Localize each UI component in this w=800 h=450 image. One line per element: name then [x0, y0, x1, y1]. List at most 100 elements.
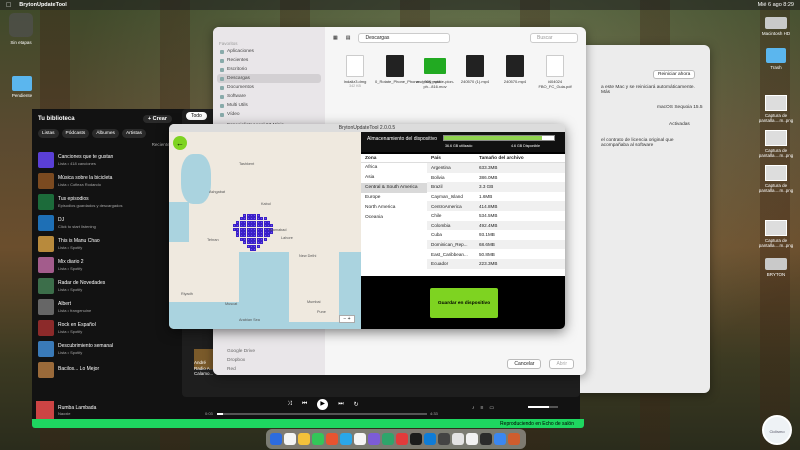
- country-column-header[interactable]: País: [427, 156, 479, 161]
- create-button[interactable]: + Crear: [142, 115, 172, 123]
- country-row[interactable]: East_Caribbean... 50.8MB: [427, 249, 565, 259]
- playlist-item[interactable]: Albert Lista • frangenuine: [38, 296, 172, 317]
- dock-app-icon[interactable]: [396, 433, 408, 445]
- connect-device-icon[interactable]: ▭: [489, 405, 494, 411]
- dock-app-icon[interactable]: [298, 433, 310, 445]
- dock-app-icon[interactable]: [438, 433, 450, 445]
- country-row[interactable]: Dominican_Rep... 68.6MB: [427, 239, 565, 250]
- desktop-drive-macintosh-hd[interactable]: Macintosh HD: [754, 17, 798, 36]
- file-item[interactable]: 240570.mp4: [495, 55, 535, 84]
- chip-podcasts[interactable]: Pódcasts: [61, 129, 90, 138]
- queue-icon[interactable]: ≡: [481, 405, 484, 411]
- dock-app-icon[interactable]: [270, 433, 282, 445]
- zone-item[interactable]: Central & South America: [361, 183, 427, 193]
- lyrics-icon[interactable]: ♪: [472, 405, 475, 411]
- dock-app-icon[interactable]: [466, 433, 478, 445]
- open-button[interactable]: Abrir: [549, 359, 574, 369]
- cancel-button[interactable]: Cancelar: [507, 359, 542, 369]
- file-item[interactable]: i404024 FBO_FC_Guia.pdf: [535, 55, 575, 89]
- view-icon[interactable]: ▦: [333, 35, 338, 41]
- sidebar-item-documentos[interactable]: Documentos: [217, 83, 321, 92]
- playlist-item[interactable]: Radar de Novedades Lista • Spotify: [38, 275, 172, 296]
- desktop-folder-pendiente[interactable]: Pendiente: [0, 76, 44, 98]
- previous-icon[interactable]: ⏮: [302, 401, 307, 408]
- playlist-item[interactable]: Mix diario 2 Lista • Spotify: [38, 254, 172, 275]
- country-row[interactable]: Ecuador 223.3MB: [427, 258, 565, 269]
- sidebar-item-descargas[interactable]: Descargas: [217, 74, 321, 83]
- stage-manager-widget[interactable]: Sin etapas: [6, 13, 36, 45]
- sidebar-item-multi-utils[interactable]: Multi Utils: [217, 101, 321, 110]
- sidebar-item-software[interactable]: Software: [217, 92, 321, 101]
- playlist-item[interactable]: Rock en Español Lista • Spotify: [38, 317, 172, 338]
- dock-app-icon[interactable]: [354, 433, 366, 445]
- menu-clock[interactable]: Mié 6 ago 8:29: [758, 2, 794, 8]
- playlist-item[interactable]: DJ Click to start listening: [38, 212, 172, 233]
- country-row[interactable]: Colombia 492.4MB: [427, 220, 565, 231]
- zone-item[interactable]: Africa: [361, 163, 427, 173]
- apple-icon[interactable]: : [6, 2, 11, 9]
- dock-app-icon[interactable]: [382, 433, 394, 445]
- sidebar-item-google-drive[interactable]: Google Drive: [227, 347, 255, 356]
- now-playing-artwork[interactable]: [36, 401, 54, 419]
- zone-item[interactable]: North America: [361, 203, 427, 213]
- dock-app-icon[interactable]: [340, 433, 352, 445]
- country-row[interactable]: CentroAmerica 414.8MB: [427, 201, 565, 211]
- group-icon[interactable]: ▤: [346, 35, 351, 41]
- zone-item[interactable]: Europe: [361, 193, 427, 203]
- desktop-trash[interactable]: Trash: [754, 48, 798, 70]
- sidebar-item-escritorio[interactable]: Escritorio: [217, 65, 321, 74]
- sidebar-item-dropbox[interactable]: Dropbox: [227, 356, 255, 365]
- volume-slider[interactable]: [528, 406, 558, 408]
- desktop-bryton-drive[interactable]: BRYTON: [754, 258, 798, 277]
- search-field[interactable]: Buscar: [530, 33, 578, 43]
- sidebar-item-aplicaciones[interactable]: Aplicaciones: [217, 47, 321, 56]
- dock-app-icon[interactable]: [312, 433, 324, 445]
- desktop-screenshot-1[interactable]: Captura de pantalla....m..png: [754, 95, 798, 123]
- dock-app-icon[interactable]: [284, 433, 296, 445]
- sort-recent[interactable]: Recientes: [38, 142, 172, 147]
- now-playing-title[interactable]: Rumba Lambada: [58, 405, 96, 411]
- desktop-screenshot-4[interactable]: Captura de pantalla....m..png: [754, 220, 798, 248]
- desktop-screenshot-2[interactable]: Captura de pantalla....m..png: [754, 130, 798, 158]
- country-row[interactable]: Argentina 633.3MB: [427, 163, 565, 173]
- map-view[interactable]: Tehran Kabul Islamabad Lahore New Delhi Riyad…: [169, 132, 361, 329]
- country-row[interactable]: Brazil 3.3 GB: [427, 182, 565, 192]
- file-item[interactable]: 240570 (1).mp4: [455, 55, 495, 84]
- reboot-now-button[interactable]: Reiniciar ahora: [653, 70, 696, 79]
- connect-banner[interactable]: Reproduciendo en Echo de salón: [32, 419, 584, 428]
- library-title[interactable]: Tu biblioteca: [38, 116, 75, 122]
- path-popup[interactable]: Descargas: [358, 33, 451, 43]
- back-arrow-icon[interactable]: ←: [173, 136, 187, 150]
- repeat-icon[interactable]: ↻: [354, 401, 359, 408]
- sidebar-item-recientes[interactable]: Recientes: [217, 56, 321, 65]
- playlist-item[interactable]: Bacilos... Lo Mejor: [38, 359, 172, 380]
- dock-app-icon[interactable]: [452, 433, 464, 445]
- dock-app-icon[interactable]: [424, 433, 436, 445]
- sidebar-item-red[interactable]: Red: [227, 365, 255, 374]
- dock-app-icon[interactable]: [410, 433, 422, 445]
- menu-app-name[interactable]: BrytonUpdateTool: [19, 2, 67, 8]
- size-column-header[interactable]: Tamaño del archivo: [479, 156, 565, 161]
- filter-todo[interactable]: Todo: [186, 112, 207, 120]
- country-row[interactable]: Chile 534.5MB: [427, 211, 565, 221]
- desktop-screenshot-3[interactable]: Captura de pantalla....m..png: [754, 165, 798, 193]
- play-button[interactable]: ▶: [317, 399, 329, 410]
- country-row[interactable]: Bolivia 386.0MB: [427, 173, 565, 183]
- dock-app-icon[interactable]: [326, 433, 338, 445]
- zoom-control[interactable]: − +: [339, 315, 355, 323]
- dock-app-icon[interactable]: [508, 433, 520, 445]
- file-item[interactable]: Indaliz3.dmg 342 KB: [335, 55, 375, 88]
- dock-app-icon[interactable]: [368, 433, 380, 445]
- next-icon[interactable]: ⏭: [338, 401, 343, 408]
- chip-artistas[interactable]: Artistas: [121, 129, 146, 138]
- playback-progress[interactable]: [217, 413, 427, 415]
- zone-item[interactable]: Oceania: [361, 213, 427, 223]
- sidebar-item-vídeo[interactable]: Vídeo: [217, 110, 321, 119]
- playlist-item[interactable]: Tus episodios Episodios guardados y desc…: [38, 191, 172, 212]
- dock-app-icon[interactable]: [494, 433, 506, 445]
- playlist-item[interactable]: Descubrimiento semanal Lista • Spotify: [38, 338, 172, 359]
- save-to-device-button[interactable]: Guardar en dispositivo: [430, 288, 498, 318]
- playlist-item[interactable]: Canciones que te gustan Lista • 418 canc…: [38, 149, 172, 170]
- playlist-item[interactable]: This is Manu Chao Lista • Spotify: [38, 233, 172, 254]
- playlist-item[interactable]: Música sobre la bicicleta Lista • Cofiez…: [38, 170, 172, 191]
